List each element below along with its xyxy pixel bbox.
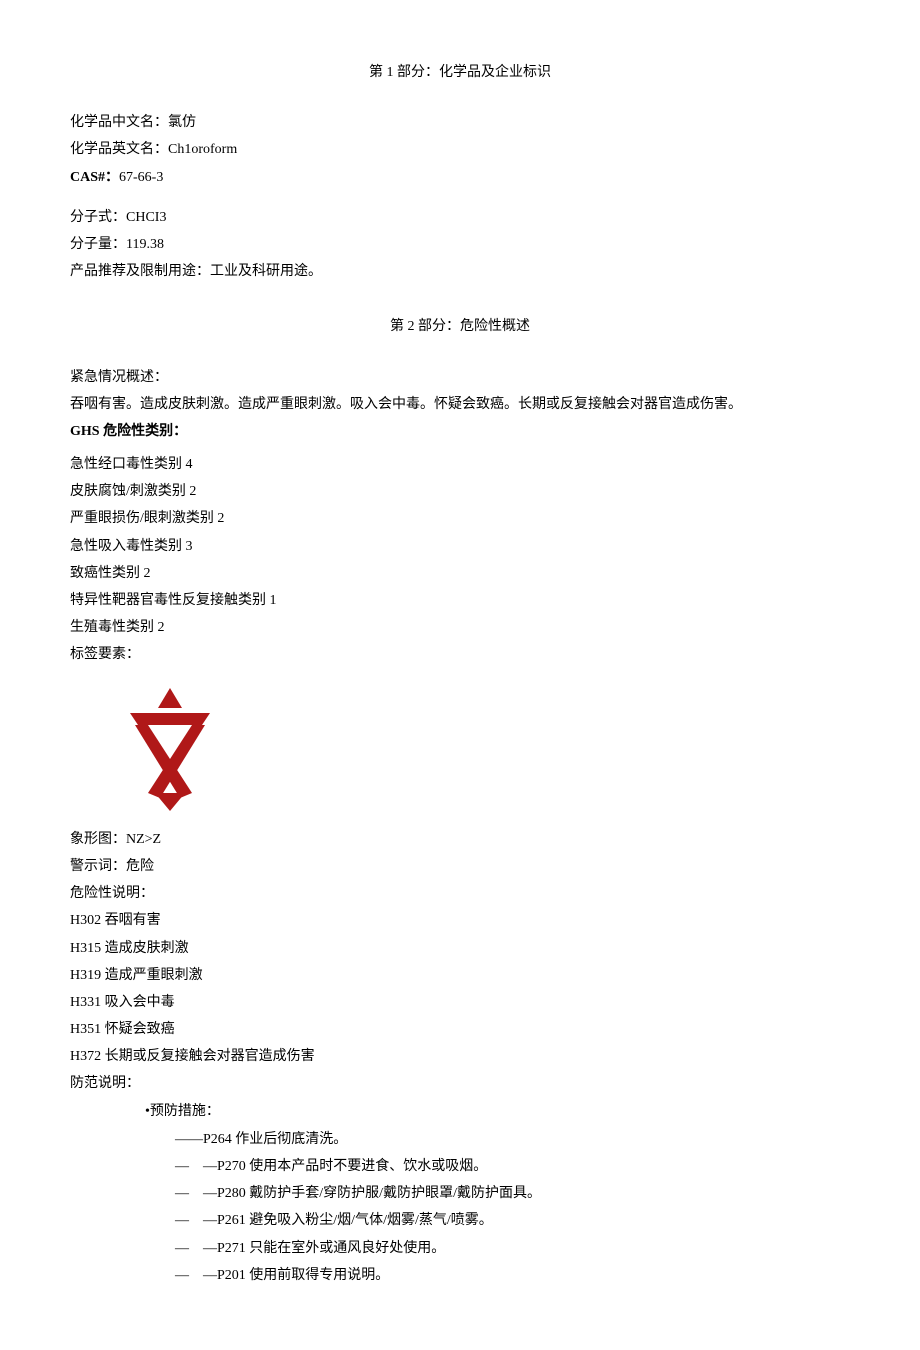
english-name-label: 化学品英文名： bbox=[70, 142, 168, 157]
label-elements: 标签要素： bbox=[70, 642, 850, 667]
formula-line: 分子式：CHCI3 bbox=[70, 205, 850, 230]
prevention-item-3: ——P271 只能在室外或通风良好处使用。 bbox=[175, 1236, 850, 1261]
prevention-item-4: ——P201 使用前取得专用说明。 bbox=[175, 1263, 850, 1288]
prevention-item-2: ——P261 避免吸入粉尘/烟/气体/烟雾/蒸气/喷雾。 bbox=[175, 1208, 850, 1233]
ghs-cat-5: 特异性靶器官毒性反复接触类别 1 bbox=[70, 588, 850, 613]
mw-value: 119.38 bbox=[126, 237, 164, 252]
prevention-item-0: ——P270 使用本产品时不要进食、饮水或吸烟。 bbox=[175, 1154, 850, 1179]
hazard-stmt-0: H302 吞咽有害 bbox=[70, 908, 850, 933]
signal-word-line: 警示词：危险 bbox=[70, 854, 850, 879]
ghs-cat-0: 急性经口毒性类别 4 bbox=[70, 452, 850, 477]
formula-value: CHCI3 bbox=[126, 210, 166, 225]
cas-value: 67-66-3 bbox=[119, 170, 163, 185]
prevention-text-4: —P201 使用前取得专用说明。 bbox=[203, 1263, 389, 1288]
mw-line: 分子量：119.38 bbox=[70, 232, 850, 257]
precaution-label: 防范说明： bbox=[70, 1071, 850, 1096]
hazard-stmt-5: H372 长期或反复接触会对器官造成伤害 bbox=[70, 1044, 850, 1069]
formula-block: 分子式：CHCI3 分子量：119.38 产品推荐及限制用途：工业及科研用途。 bbox=[70, 205, 850, 285]
prevention-text-2: —P261 避免吸入粉尘/烟/气体/烟雾/蒸气/喷雾。 bbox=[203, 1208, 493, 1233]
prevention-label: •预防措施： bbox=[145, 1099, 850, 1124]
prevention-item-1: ——P280 戴防护手套/穿防护服/戴防护眼罩/戴防护面具。 bbox=[175, 1181, 850, 1206]
prevention-item-first: ——P264 作业后彻底清洗。 bbox=[175, 1127, 850, 1152]
formula-label: 分子式： bbox=[70, 210, 126, 225]
chinese-name-value: 氯仿 bbox=[168, 115, 196, 130]
hazard-stmt-label: 危险性说明： bbox=[70, 881, 850, 906]
emergency-label: 紧急情况概述： bbox=[70, 365, 850, 390]
prevention-text-0: —P270 使用本产品时不要进食、饮水或吸烟。 bbox=[203, 1154, 487, 1179]
hazard-stmt-4: H351 怀疑会致癌 bbox=[70, 1017, 850, 1042]
mw-label: 分子量： bbox=[70, 237, 126, 252]
cas-label: CAS#： bbox=[70, 170, 119, 185]
ghs-cat-3: 急性吸入毒性类别 3 bbox=[70, 534, 850, 559]
section2-title: 第 2 部分：危险性概述 bbox=[70, 314, 850, 339]
pictogram-value: NZ>Z bbox=[126, 832, 161, 847]
ghs-categories: 急性经口毒性类别 4 皮肤腐蚀/刺激类别 2 严重眼损伤/眼刺激类别 2 急性吸… bbox=[70, 452, 850, 668]
pictogram-image bbox=[100, 683, 850, 822]
pictogram-label: 象形图： bbox=[70, 832, 126, 847]
english-name-line: 化学品英文名：Ch1oroform bbox=[70, 137, 850, 162]
prevention-section: •预防措施： ——P264 作业后彻底清洗。 ——P270 使用本产品时不要进食… bbox=[145, 1099, 850, 1288]
ghs-label: GHS 危险性类别： bbox=[70, 419, 850, 444]
use-value: 工业及科研用途。 bbox=[210, 264, 322, 279]
ghs-cat-6: 生殖毒性类别 2 bbox=[70, 615, 850, 640]
cas-line: CAS#：67-66-3 bbox=[70, 165, 850, 190]
chinese-name-line: 化学品中文名：氯仿 bbox=[70, 110, 850, 135]
hazard-stmt-3: H331 吸入会中毒 bbox=[70, 990, 850, 1015]
hazard-stmt-2: H319 造成严重眼刺激 bbox=[70, 963, 850, 988]
identification-block: 化学品中文名：氯仿 化学品英文名：Ch1oroform CAS#：67-66-3 bbox=[70, 110, 850, 190]
signal-word-value: 危险 bbox=[126, 859, 154, 874]
section1-title: 第 1 部分：化学品及企业标识 bbox=[70, 60, 850, 85]
chinese-name-label: 化学品中文名： bbox=[70, 115, 168, 130]
use-label: 产品推荐及限制用途： bbox=[70, 264, 210, 279]
pictogram-line: 象形图：NZ>Z bbox=[70, 827, 850, 852]
ghs-cat-1: 皮肤腐蚀/刺激类别 2 bbox=[70, 479, 850, 504]
ghs-cat-2: 严重眼损伤/眼刺激类别 2 bbox=[70, 506, 850, 531]
prevention-text-3: —P271 只能在室外或通风良好处使用。 bbox=[203, 1236, 445, 1261]
prevention-text-1: —P280 戴防护手套/穿防护服/戴防护眼罩/戴防护面具。 bbox=[203, 1181, 541, 1206]
use-line: 产品推荐及限制用途：工业及科研用途。 bbox=[70, 259, 850, 284]
english-name-value: Ch1oroform bbox=[168, 142, 237, 157]
ghs-cat-4: 致癌性类别 2 bbox=[70, 561, 850, 586]
prevention-items: ——P264 作业后彻底清洗。 ——P270 使用本产品时不要进食、饮水或吸烟。… bbox=[175, 1127, 850, 1288]
hazard-statements: H302 吞咽有害 H315 造成皮肤刺激 H319 造成严重眼刺激 H331 … bbox=[70, 908, 850, 1069]
hazard-stmt-1: H315 造成皮肤刺激 bbox=[70, 936, 850, 961]
signal-word-label: 警示词： bbox=[70, 859, 126, 874]
emergency-text: 吞咽有害。造成皮肤刺激。造成严重眼刺激。吸入会中毒。怀疑会致癌。长期或反复接触会… bbox=[70, 392, 850, 417]
